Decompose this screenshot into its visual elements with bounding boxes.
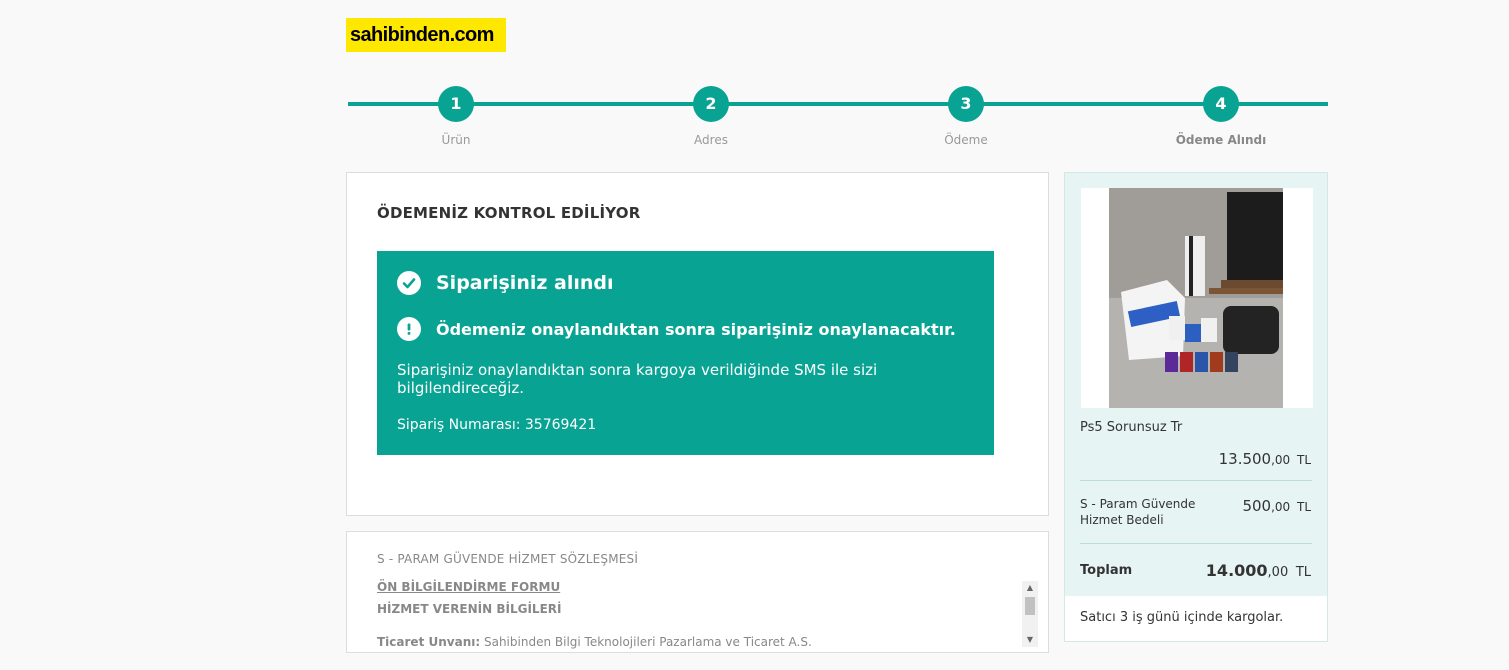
price-decimal: ,00 xyxy=(1267,565,1289,580)
section-title: HİZMET VERENİN BİLGİLERİ xyxy=(377,602,562,616)
step-number: 2 xyxy=(693,86,729,122)
step-payment-received: 4 Ödeme Alındı xyxy=(1161,86,1281,147)
order-summary: Ps5 Sorunsuz Tr 13.500,00 TL S - Param G… xyxy=(1064,172,1328,642)
exclamation-circle-icon xyxy=(397,317,421,341)
trade-name-label: Ticaret Unvanı: xyxy=(377,635,481,649)
trade-name-value: Sahibinden Bilgi Teknolojileri Pazarlama… xyxy=(483,635,812,649)
service-fee-price: 500,00 TL xyxy=(1242,497,1311,515)
check-circle-icon xyxy=(397,271,421,295)
scroll-up-arrow-icon[interactable]: ▲ xyxy=(1022,581,1038,595)
success-message: Siparişiniz alındı xyxy=(436,272,614,294)
product-image[interactable] xyxy=(1081,188,1313,408)
step-label: Ödeme xyxy=(944,133,988,147)
total-price: 14.000,00 TL xyxy=(1206,561,1311,580)
sahibinden-logo[interactable]: sahibinden.com xyxy=(346,18,506,52)
divider xyxy=(1080,480,1312,481)
checkout-stepper: 1 Ürün 2 Adres 3 Ödeme 4 Ödeme Alındı xyxy=(346,86,1328,156)
trade-name-row: Ticaret Unvanı: Sahibinden Bilgi Teknolo… xyxy=(377,635,1017,649)
step-label: Ödeme Alındı xyxy=(1175,133,1267,147)
warning-row: Ödemeniz onaylandıktan sonra siparişiniz… xyxy=(397,317,956,341)
product-name[interactable]: Ps5 Sorunsuz Tr xyxy=(1080,420,1182,435)
price-whole: 14.000 xyxy=(1205,561,1268,580)
price-currency: TL xyxy=(1296,500,1311,514)
step-number: 1 xyxy=(438,86,474,122)
step-number: 3 xyxy=(948,86,984,122)
scroll-thumb[interactable] xyxy=(1025,597,1035,615)
price-currency: TL xyxy=(1295,565,1311,580)
step-address: 2 Adres xyxy=(651,86,771,147)
price-currency: TL xyxy=(1296,453,1311,467)
contract-scrollbar[interactable]: ▲ ▼ xyxy=(1022,581,1038,647)
page-title: ÖDEMENİZ KONTROL EDİLİYOR xyxy=(377,204,641,222)
product-price: 13.500,00 TL xyxy=(1219,450,1311,468)
success-row: Siparişiniz alındı xyxy=(397,271,614,295)
form-title: ÖN BİLGİLENDİRME FORMU xyxy=(377,580,561,594)
step-label: Ürün xyxy=(441,133,471,147)
payment-status-panel: ÖDEMENİZ KONTROL EDİLİYOR Siparişiniz al… xyxy=(346,172,1049,516)
product-photo-icon xyxy=(1109,188,1283,408)
price-decimal: ,00 xyxy=(1271,453,1291,467)
contract-title: S - PARAM GÜVENDE HİZMET SÖZLEŞMESİ xyxy=(377,552,639,566)
price-whole: 500 xyxy=(1242,497,1272,515)
warning-message: Ödemeniz onaylandıktan sonra siparişiniz… xyxy=(436,319,956,339)
order-number: Sipariş Numarası: 35769421 xyxy=(397,417,597,433)
price-whole: 13.500 xyxy=(1218,450,1272,468)
step-product: 1 Ürün xyxy=(396,86,516,147)
service-fee-label: S - Param Güvende Hizmet Bedeli xyxy=(1080,497,1196,527)
order-notice-box: Siparişiniz alındı Ödemeniz onaylandıkta… xyxy=(377,251,994,455)
total-label: Toplam xyxy=(1080,563,1133,578)
scroll-down-arrow-icon[interactable]: ▼ xyxy=(1022,633,1038,647)
contract-text: ÖN BİLGİLENDİRME FORMU HİZMET VERENİN Bİ… xyxy=(377,580,1017,649)
step-payment: 3 Ödeme xyxy=(906,86,1026,147)
sms-description: Siparişiniz onaylandıktan sonra kargoya … xyxy=(397,361,878,397)
service-contract-panel: S - PARAM GÜVENDE HİZMET SÖZLEŞMESİ ÖN B… xyxy=(346,531,1049,653)
step-label: Adres xyxy=(694,133,728,147)
step-number: 4 xyxy=(1203,86,1239,122)
cargo-note: Satıcı 3 iş günü içinde kargolar. xyxy=(1065,596,1327,641)
divider xyxy=(1080,543,1312,544)
price-decimal: ,00 xyxy=(1271,500,1291,514)
